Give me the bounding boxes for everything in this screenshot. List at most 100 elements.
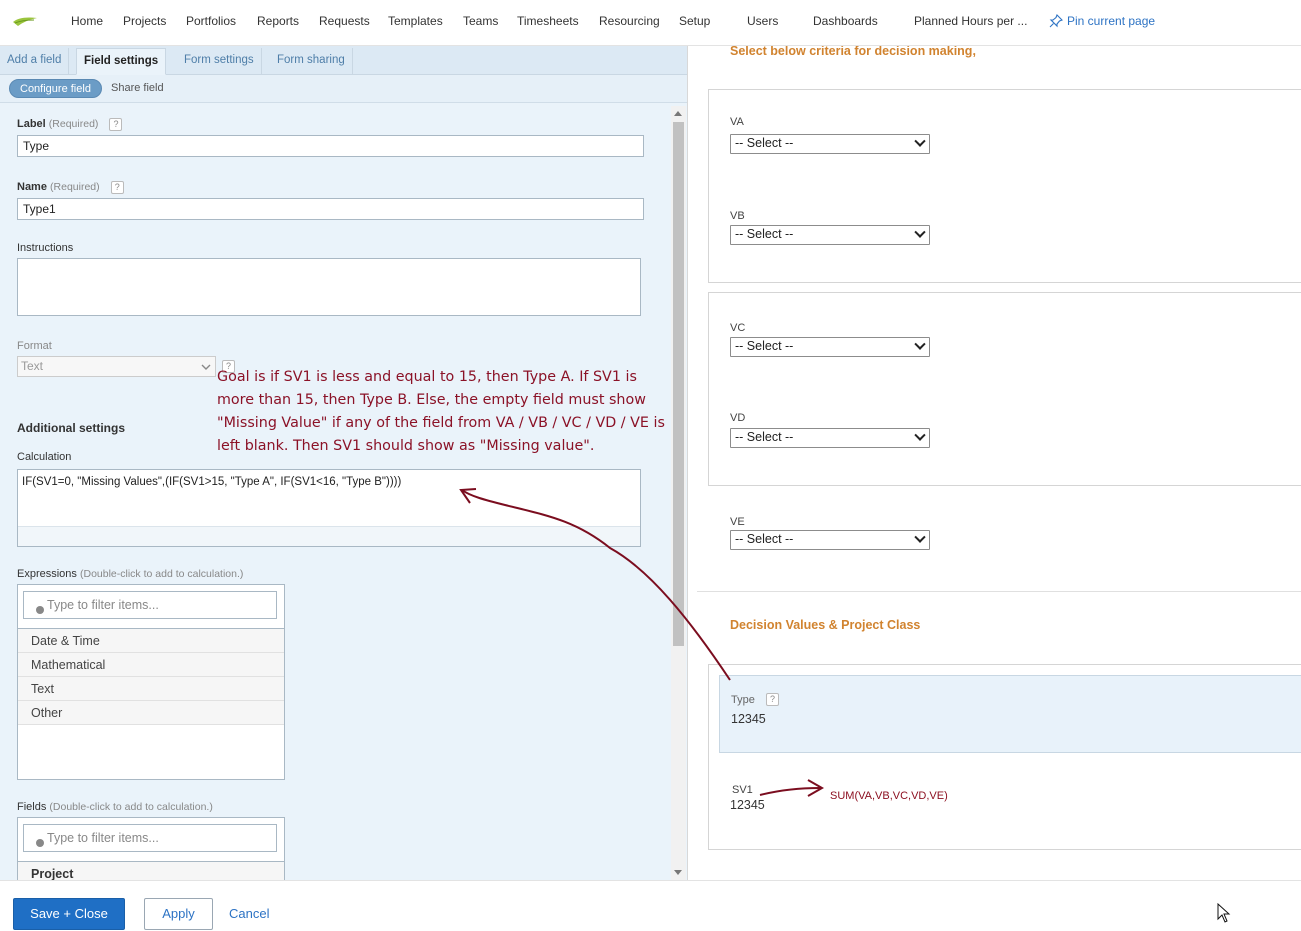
name-field-label: Name (Required) ? [17,181,124,194]
expressions-list: Type to filter items... Date & Time Math… [17,584,285,780]
vb-select-value: -- Select -- [735,227,794,241]
label-field-label: Label (Required) ? [17,118,123,131]
vc-select[interactable]: -- Select -- [730,337,930,357]
va-select-value: -- Select -- [735,136,794,150]
vb-label: VB [730,210,745,222]
additional-settings-heading: Additional settings [17,421,125,435]
name-input[interactable]: Type1 [17,198,644,220]
label-input[interactable]: Type [17,135,644,157]
fields-filter-input[interactable]: Type to filter items... [23,824,277,852]
calculation-label: Calculation [17,451,72,463]
expressions-hint: (Double-click to add to calculation.) [79,568,244,580]
instructions-label: Instructions [17,242,74,254]
form-preview-panel: Select below criteria for decision makin… [689,46,1301,880]
type-value: 12345 [731,712,766,726]
label-help-icon[interactable]: ? [109,118,123,131]
chevron-down-icon [201,364,211,370]
nav-planned-hours[interactable]: Planned Hours per ... [914,14,1027,28]
ve-label: VE [730,516,745,528]
nav-users[interactable]: Users [747,14,778,28]
nav-timesheets[interactable]: Timesheets [517,14,579,28]
list-item[interactable]: Mathematical [18,653,284,677]
va-select[interactable]: -- Select -- [730,134,930,154]
format-select: Text [17,356,216,377]
chevron-down-icon [914,429,926,441]
ve-select[interactable]: -- Select -- [730,530,930,550]
chevron-down-icon [914,135,926,147]
nav-projects[interactable]: Projects [123,14,166,28]
tab-form-settings[interactable]: Form settings [177,48,262,75]
vd-label: VD [730,412,746,424]
list-item[interactable]: Project [18,862,284,880]
nav-teams[interactable]: Teams [463,14,498,28]
pin-current-page-link[interactable]: Pin current page [1049,14,1155,28]
nav-reports[interactable]: Reports [257,14,299,28]
field-settings-panel: Add a field Field settings Form settings… [0,46,688,880]
fields-hint: (Double-click to add to calculation.) [49,801,213,813]
scroll-down-icon[interactable] [674,870,682,875]
action-bar: Save + Close Apply Cancel [0,880,1301,931]
criteria-card-2 [708,292,1301,486]
nav-setup[interactable]: Setup [679,14,710,28]
name-required: (Required) [50,181,100,193]
fields-label: Fields (Double-click to add to calculati… [17,801,213,813]
calculation-value: IF(SV1=0, "Missing Values",(IF(SV1>15, "… [22,476,402,488]
format-value: Text [21,359,44,373]
calculation-textarea[interactable]: IF(SV1=0, "Missing Values",(IF(SV1>15, "… [17,469,641,547]
tab-field-settings[interactable]: Field settings [76,48,167,75]
configure-field-button[interactable]: Configure field [9,79,102,98]
criteria-card-1 [708,89,1301,283]
va-label: VA [730,116,744,128]
chevron-down-icon [914,338,926,350]
sum-annotation: SUM(VA,VB,VC,VD,VE) [830,790,948,802]
apply-button[interactable]: Apply [144,898,213,930]
pin-label: Pin current page [1067,14,1156,28]
search-icon [36,839,44,847]
vc-label: VC [730,322,746,334]
share-field-link[interactable]: Share field [111,82,164,94]
label-required: (Required) [48,118,99,130]
scroll-up-icon[interactable] [674,111,682,116]
type-field-selected[interactable]: Type ? 12345 [719,675,1301,753]
nav-requests[interactable]: Requests [319,14,370,28]
nav-home[interactable]: Home [71,14,103,28]
tab-add-field[interactable]: Add a field [0,48,70,75]
type-label: Type [731,694,755,706]
ve-select-value: -- Select -- [735,532,794,546]
nav-templates[interactable]: Templates [388,14,443,28]
list-item[interactable]: Other [18,701,284,725]
cancel-button[interactable]: Cancel [229,906,269,921]
instructions-textarea[interactable] [17,258,641,316]
format-label: Format [17,340,52,352]
nav-portfolios[interactable]: Portfolios [186,14,236,28]
criteria-heading: Select below criteria for decision makin… [730,46,976,58]
expressions-label: Expressions (Double-click to add to calc… [17,568,243,580]
expressions-filter-input[interactable]: Type to filter items... [23,591,277,619]
sv1-label: SV1 [732,784,753,796]
app-logo-icon[interactable] [12,14,38,28]
fields-list: Type to filter items... Project [17,817,285,880]
type-help-icon[interactable]: ? [766,693,779,706]
fields-filter-wrap: Type to filter items... [18,818,284,862]
vd-select[interactable]: -- Select -- [730,428,930,448]
chevron-down-icon [914,531,926,543]
vb-select[interactable]: -- Select -- [730,225,930,245]
name-help-icon[interactable]: ? [110,181,124,194]
mouse-cursor-icon [1217,903,1231,923]
vc-select-value: -- Select -- [735,339,794,353]
field-subtabs: Configure field Share field [0,75,687,103]
fields-title: Fields [17,801,47,813]
panel-tabs: Add a field Field settings Form settings… [0,46,687,75]
nav-dashboards[interactable]: Dashboards [813,14,878,28]
nav-resourcing[interactable]: Resourcing [599,14,660,28]
tab-form-sharing[interactable]: Form sharing [270,48,353,75]
panel-scrollbar[interactable] [671,106,686,880]
list-item[interactable]: Text [18,677,284,701]
label-title: Label [17,118,46,130]
vd-select-value: -- Select -- [735,430,794,444]
save-close-button[interactable]: Save + Close [13,898,125,930]
calculation-footer [18,526,640,546]
name-title: Name [17,181,47,193]
list-item[interactable]: Date & Time [18,629,284,653]
goal-annotation: Goal is if SV1 is less and equal to 15, … [217,369,665,454]
